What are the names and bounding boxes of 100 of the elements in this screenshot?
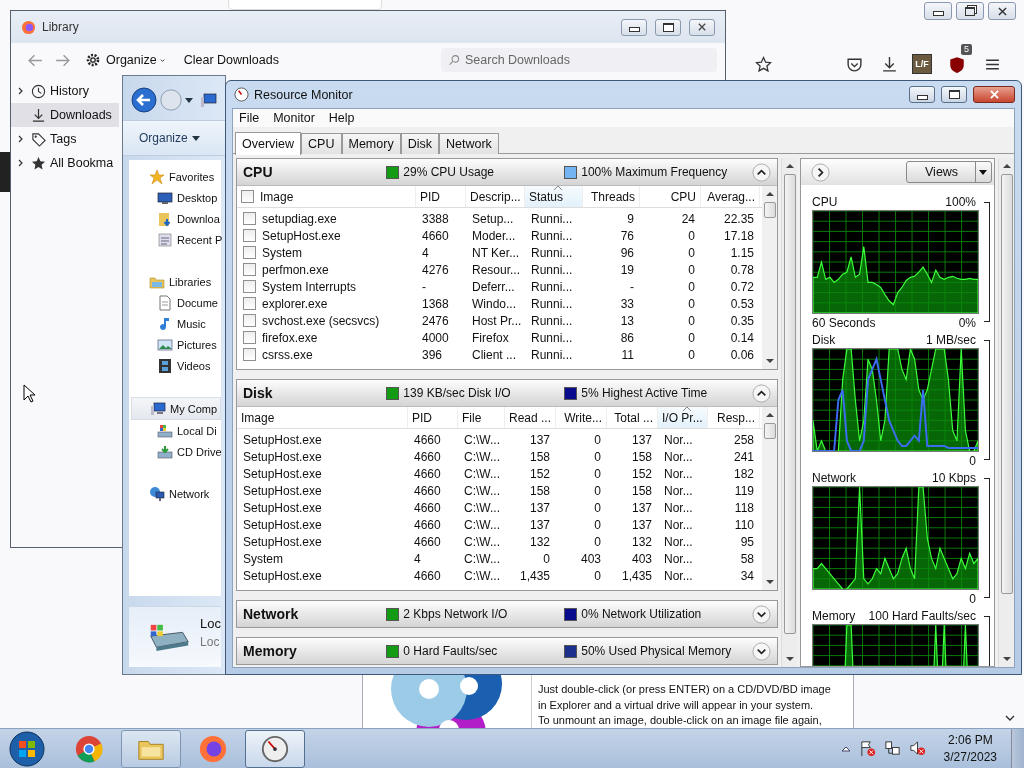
column-header[interactable]: Image — [237, 407, 408, 428]
maximize-button[interactable] — [655, 18, 681, 36]
close-button[interactable] — [973, 86, 1015, 103]
maximize-button[interactable] — [941, 86, 967, 103]
clock[interactable]: 2:06 PM 3/27/2023 — [943, 731, 997, 766]
nav-item[interactable]: Recent P — [129, 229, 221, 250]
minimize-button[interactable] — [924, 2, 952, 20]
column-header[interactable]: Read ... — [505, 407, 556, 428]
column-header[interactable]: Averag... — [701, 186, 760, 207]
tab[interactable]: Overview — [235, 132, 302, 155]
expand-icon[interactable] — [811, 162, 830, 182]
nav-item[interactable]: Videos — [129, 355, 221, 376]
minimize-button[interactable] — [621, 18, 647, 36]
sidebar-item[interactable]: Tags — [11, 127, 119, 151]
column-header[interactable]: PID — [416, 186, 466, 207]
column-header[interactable]: Image — [237, 186, 416, 207]
checkbox[interactable] — [243, 297, 256, 310]
column-header[interactable]: CPU — [640, 186, 701, 207]
menu-item[interactable]: Help — [328, 111, 355, 125]
collapse-icon[interactable] — [752, 162, 771, 182]
checkbox[interactable] — [243, 229, 256, 242]
column-header[interactable]: I/O Pr... — [658, 407, 708, 428]
checkbox[interactable] — [243, 263, 256, 276]
table-cell: SetupHost.exe — [243, 466, 322, 481]
column-header[interactable]: Status — [525, 186, 583, 207]
section-header[interactable]: Disk 139 KB/sec Disk I/O 5% Highest Active Time — [237, 380, 777, 406]
table-cell: 241 — [733, 449, 754, 464]
stat-label: 100% Maximum Frequency — [581, 165, 728, 179]
nav-item[interactable]: Docume — [129, 292, 221, 313]
muted-speaker-icon[interactable] — [908, 740, 926, 757]
shield-icon[interactable] — [948, 56, 966, 74]
sidebar-item[interactable]: History — [11, 79, 119, 103]
column-header[interactable]: PID — [408, 407, 458, 428]
nav-item[interactable]: Favorites — [129, 166, 221, 187]
section-header[interactable]: Memory 0 Hard Faults/sec 50% Used Physical Memory — [237, 638, 777, 664]
nav-item[interactable]: Desktop — [129, 187, 221, 208]
back-button[interactable] — [131, 87, 157, 113]
tab[interactable]: CPU — [301, 133, 342, 154]
menu-item[interactable]: Monitor — [273, 111, 315, 125]
scrollbar[interactable] — [998, 158, 1014, 667]
addon-button[interactable]: L/F — [912, 54, 932, 74]
checkbox[interactable] — [243, 246, 256, 259]
nav-item[interactable]: Network — [129, 483, 221, 504]
nav-item[interactable]: CD Drive — [129, 441, 221, 462]
checkbox[interactable] — [243, 280, 256, 293]
organize-button[interactable]: Organize — [81, 50, 170, 70]
nav-item[interactable]: Pictures — [129, 334, 221, 355]
search-field[interactable]: Search Downloads — [441, 48, 717, 72]
close-button[interactable] — [689, 18, 715, 36]
flag-icon[interactable] — [858, 740, 876, 757]
close-button[interactable] — [988, 2, 1016, 20]
caret-icon[interactable] — [185, 96, 193, 104]
chevron-icon[interactable] — [17, 135, 25, 143]
chevron-icon[interactable] — [17, 87, 25, 95]
start-button[interactable] — [9, 730, 45, 767]
download-icon[interactable] — [881, 55, 898, 73]
nav-item[interactable]: Local Di — [129, 420, 221, 441]
menu-item[interactable]: File — [239, 111, 260, 125]
checkbox[interactable] — [241, 190, 254, 203]
scrollbar[interactable] — [781, 158, 797, 667]
scrollbar[interactable] — [762, 407, 777, 590]
section-header[interactable]: CPU 29% CPU Usage 100% Maximum Frequency — [237, 159, 777, 185]
tab[interactable]: Memory — [341, 133, 401, 154]
checkbox[interactable] — [243, 348, 256, 361]
table-cell: 403 — [580, 551, 601, 566]
views-button[interactable]: Views — [906, 161, 992, 183]
nav-item[interactable]: Libraries — [129, 271, 221, 292]
checkbox[interactable] — [243, 331, 256, 344]
restore-button[interactable] — [956, 2, 984, 20]
column-header[interactable]: Resp... — [708, 407, 760, 428]
pocket-icon[interactable] — [846, 55, 863, 73]
tag-icon — [31, 131, 46, 147]
column-header[interactable]: File — [458, 407, 505, 428]
expand-icon[interactable] — [752, 641, 771, 661]
network-icon[interactable] — [883, 740, 901, 757]
minimize-button[interactable] — [909, 86, 935, 103]
column-header[interactable]: Threads — [583, 186, 640, 207]
gauge-icon — [234, 87, 249, 102]
section-title: Network — [243, 606, 300, 622]
sidebar-item[interactable]: Downloads — [11, 103, 119, 127]
expand-icon[interactable] — [752, 604, 771, 624]
tab[interactable]: Disk — [400, 133, 439, 154]
scrollbar[interactable] — [762, 186, 777, 369]
checkbox[interactable] — [243, 314, 256, 327]
star-icon[interactable] — [755, 55, 772, 73]
nav-item[interactable]: My Comp — [131, 397, 221, 420]
nav-item[interactable]: Music — [129, 313, 221, 334]
table-cell: 110 — [734, 517, 754, 532]
sidebar-item[interactable]: All Bookma — [11, 151, 119, 175]
scroll-down-icon[interactable] — [1005, 713, 1015, 723]
nav-item[interactable]: Downloa — [129, 208, 221, 229]
chevron-icon[interactable] — [17, 159, 25, 167]
collapse-icon[interactable] — [752, 383, 771, 403]
item-name: Loc — [200, 615, 221, 631]
taskbar-button[interactable] — [245, 729, 305, 768]
clear-downloads-button[interactable]: Clear Downloads — [179, 51, 283, 69]
section-header[interactable]: Network 2 Kbps Network I/O 0% Network Utilization — [237, 601, 777, 627]
tab[interactable]: Network — [438, 133, 499, 154]
checkbox[interactable] — [243, 212, 256, 225]
column-header[interactable]: Write... — [556, 407, 607, 428]
